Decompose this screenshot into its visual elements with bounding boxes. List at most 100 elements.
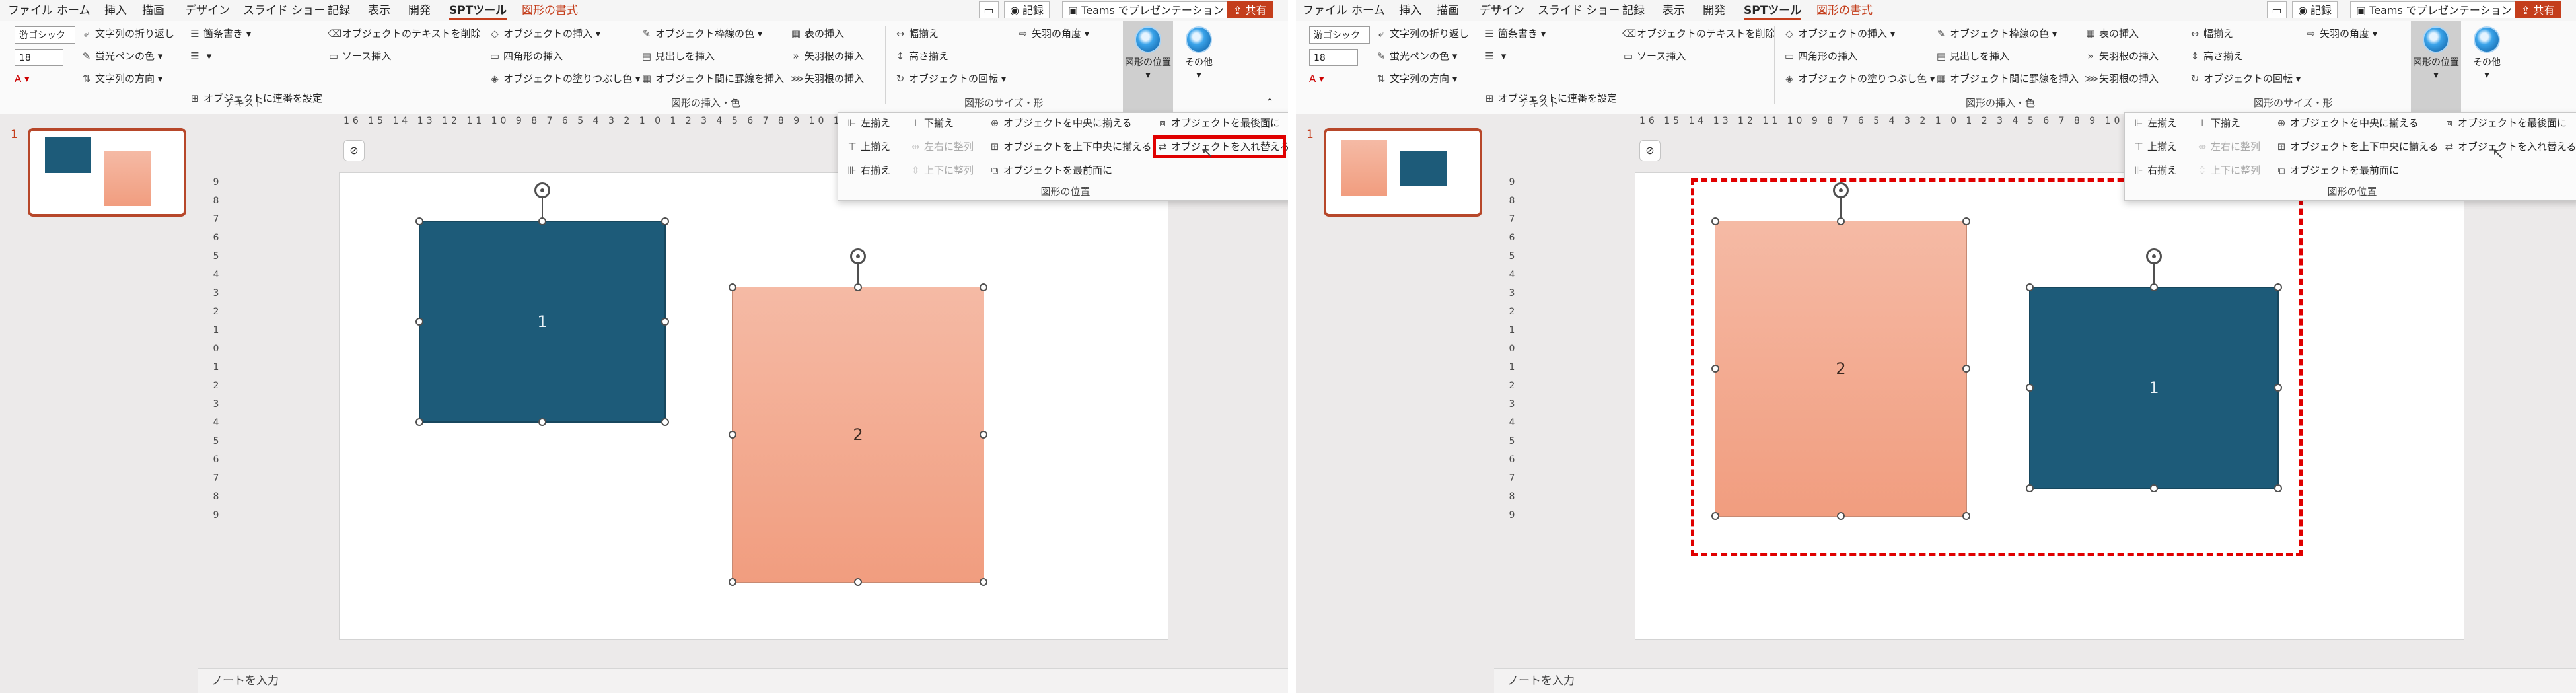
resize-handle[interactable]: [729, 431, 736, 439]
insert-chevron-button[interactable]: » 矢羽根の挿入: [2085, 49, 2159, 63]
shape-position-button[interactable]: 図形の位置 ▾: [1123, 21, 1173, 114]
teams-present-button[interactable]: ▣ Teams でプレゼンテーション: [1062, 1, 1230, 18]
insert-lines-between-button[interactable]: ▦ オブジェクト間に罫線を挿入: [641, 71, 784, 86]
tab-file[interactable]: ファイル: [1303, 3, 1347, 18]
record-button[interactable]: ◉ 記録: [1004, 1, 1050, 18]
delete-object-text-button[interactable]: ⌫オブジェクトのテキストを削除: [1622, 26, 1775, 41]
resize-handle[interactable]: [415, 418, 423, 426]
collapse-ribbon-icon[interactable]: ⌃: [1266, 95, 1274, 110]
tab-design[interactable]: デザイン: [185, 3, 230, 18]
share-button[interactable]: ⇪ 共有: [2515, 1, 2561, 18]
insert-object-button[interactable]: ◇ オブジェクトの挿入 ▾: [489, 26, 600, 41]
slide-thumbnail[interactable]: [1324, 128, 1482, 217]
tab-home[interactable]: ホーム: [57, 3, 90, 18]
center-objects-item[interactable]: ⊕ オブジェクトを中央に揃える: [989, 116, 1132, 130]
tab-spt-tools[interactable]: SPTツール: [1744, 3, 1802, 20]
bring-to-front-item[interactable]: ⧉ オブジェクトを最前面に: [989, 163, 1112, 178]
resize-handle[interactable]: [661, 418, 669, 426]
center-objects-item[interactable]: ⊕ オブジェクトを中央に揃える: [2275, 116, 2419, 130]
comment-icon[interactable]: ▭: [2267, 1, 2287, 18]
shape-salmon-rectangle[interactable]: 2: [732, 287, 984, 583]
font-color-icon[interactable]: A ▾: [15, 71, 30, 86]
insert-chevron-button[interactable]: » 矢羽根の挿入: [790, 49, 864, 63]
insert-table-button[interactable]: ▦ 表の挿入: [2085, 26, 2139, 41]
send-to-back-item[interactable]: ⧈ オブジェクトを最後面に: [1157, 116, 1280, 130]
tab-slideshow[interactable]: スライド ショー: [1538, 3, 1620, 18]
object-fill-color-button[interactable]: ◈ オブジェクトの塗りつぶし色 ▾: [1783, 71, 1935, 86]
resize-handle[interactable]: [661, 217, 669, 225]
insert-chevron-vertical-button[interactable]: ⋙矢羽根の挿入: [2085, 71, 2159, 86]
rotate-object-button[interactable]: ↻ オブジェクトの回転 ▾: [2189, 71, 2301, 86]
insert-rectangle-button[interactable]: ▭ 四角形の挿入: [489, 49, 563, 63]
tab-record[interactable]: 記録: [328, 3, 350, 18]
resize-handle[interactable]: [729, 578, 736, 586]
resize-handle[interactable]: [980, 283, 987, 291]
match-width-button[interactable]: ↔ 幅揃え: [2189, 26, 2233, 41]
font-size-combo[interactable]: 18: [1309, 49, 1358, 66]
teams-present-button[interactable]: ▣ Teams でプレゼンテーション: [2350, 1, 2518, 18]
numbering-button[interactable]: ☰ ▾: [189, 49, 211, 63]
align-bottom-item[interactable]: ⊥ 下揃え: [2196, 116, 2240, 130]
align-top-item[interactable]: ⊤ 上揃え: [846, 139, 890, 154]
tab-file[interactable]: ファイル: [8, 3, 53, 18]
resize-handle[interactable]: [538, 217, 546, 225]
object-outline-color-button[interactable]: ✎ オブジェクト枠線の色 ▾: [641, 26, 763, 41]
resize-handle[interactable]: [415, 318, 423, 326]
match-width-button[interactable]: ↔ 幅揃え: [894, 26, 939, 41]
tab-insert[interactable]: 挿入: [104, 3, 127, 18]
resize-handle[interactable]: [729, 283, 736, 291]
align-right-item[interactable]: ⊪ 右揃え: [2133, 163, 2177, 178]
insert-heading-button[interactable]: ▤ 見出しを挿入: [1935, 49, 2009, 63]
tab-view[interactable]: 表示: [1663, 3, 1685, 18]
pane-collapse-icon[interactable]: ⊘: [343, 140, 365, 161]
tab-record[interactable]: 記録: [1622, 3, 1645, 18]
align-bottom-item[interactable]: ⊥ 下揃え: [910, 116, 954, 130]
insert-source-button[interactable]: ▭ ソース挿入: [1622, 49, 1686, 63]
tab-design[interactable]: デザイン: [1480, 3, 1524, 18]
notes-pane[interactable]: ノートを入力: [1494, 668, 2576, 693]
insert-source-button[interactable]: ▭ ソース挿入: [328, 49, 391, 63]
rotate-handle-icon[interactable]: [534, 182, 550, 198]
tab-slideshow[interactable]: スライド ショー: [243, 3, 325, 18]
resize-handle[interactable]: [980, 578, 987, 586]
highlight-color-button[interactable]: ✎ 蛍光ペンの色 ▾: [81, 49, 163, 63]
comment-icon[interactable]: ▭: [979, 1, 999, 18]
tab-developer[interactable]: 開発: [1703, 3, 1725, 18]
bullets-button[interactable]: ☰ 箇条書き ▾: [1484, 26, 1546, 41]
wrap-text-button[interactable]: ⤶ 文字列の折り返し: [81, 26, 174, 41]
chevron-angle-button[interactable]: ⇨ 矢羽の角度 ▾: [1017, 26, 1090, 41]
numbering-button[interactable]: ☰ ▾: [1484, 49, 1506, 63]
swap-objects-item[interactable]: ⇄ オブジェクトを入れ替える: [2443, 139, 2576, 154]
rotate-handle-icon[interactable]: [850, 248, 866, 264]
insert-lines-between-button[interactable]: ▦ オブジェクト間に罫線を挿入: [1935, 71, 2079, 86]
match-height-button[interactable]: ↕ 高さ揃え: [894, 49, 948, 63]
align-left-item[interactable]: ⊫ 左揃え: [846, 116, 890, 130]
align-top-item[interactable]: ⊤ 上揃え: [2133, 139, 2177, 154]
slide-canvas[interactable]: 2 1: [1635, 173, 2464, 639]
insert-heading-button[interactable]: ▤ 見出しを挿入: [641, 49, 715, 63]
font-name-combo[interactable]: 游ゴシック: [1309, 26, 1370, 44]
rotate-object-button[interactable]: ↻ オブジェクトの回転 ▾: [894, 71, 1007, 86]
resize-handle[interactable]: [538, 418, 546, 426]
insert-rectangle-button[interactable]: ▭ 四角形の挿入: [1783, 49, 1857, 63]
object-fill-color-button[interactable]: ◈ オブジェクトの塗りつぶし色 ▾: [489, 71, 640, 86]
match-height-button[interactable]: ↕ 高さ揃え: [2189, 49, 2243, 63]
tab-shape-format[interactable]: 図形の書式: [1816, 3, 1873, 18]
wrap-text-button[interactable]: ⤶ 文字列の折り返し: [1375, 26, 1469, 41]
resize-handle[interactable]: [661, 318, 669, 326]
object-outline-color-button[interactable]: ✎ オブジェクト枠線の色 ▾: [1935, 26, 2057, 41]
other-button[interactable]: その他 ▾: [2464, 21, 2510, 114]
chevron-angle-button[interactable]: ⇨ 矢羽の角度 ▾: [2305, 26, 2378, 41]
resize-handle[interactable]: [854, 578, 862, 586]
bring-to-front-item[interactable]: ⧉ オブジェクトを最前面に: [2275, 163, 2399, 178]
tab-draw[interactable]: 描画: [142, 3, 164, 18]
shape-blue-rectangle[interactable]: 1: [419, 221, 666, 423]
tab-developer[interactable]: 開発: [408, 3, 431, 18]
slide-canvas[interactable]: 1 2: [340, 173, 1168, 639]
insert-object-button[interactable]: ◇ オブジェクトの挿入 ▾: [1783, 26, 1895, 41]
align-left-item[interactable]: ⊫ 左揃え: [2133, 116, 2177, 130]
notes-pane[interactable]: ノートを入力: [198, 668, 1288, 693]
tab-home[interactable]: ホーム: [1351, 3, 1385, 18]
insert-chevron-vertical-button[interactable]: ⋙矢羽根の挿入: [790, 71, 864, 86]
font-size-combo[interactable]: 18: [15, 49, 63, 66]
